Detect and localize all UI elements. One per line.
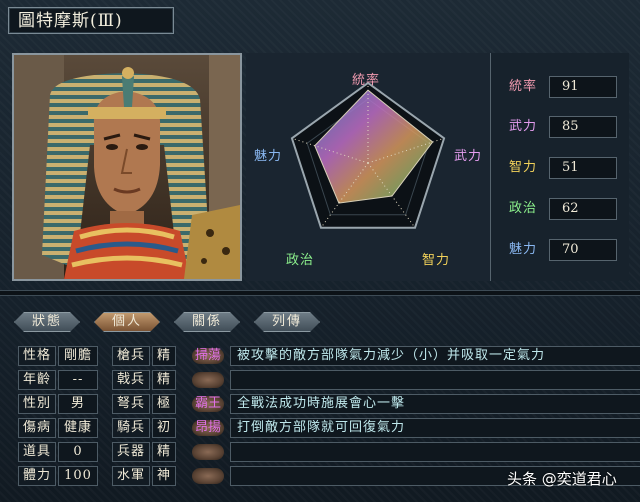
troop-aptitude-value: 精: [152, 346, 176, 366]
personal-attr-value: --: [58, 370, 98, 390]
skill-badge[interactable]: [192, 372, 224, 388]
stat-value: 91: [549, 76, 617, 98]
stat-value: 51: [549, 157, 617, 179]
personal-attr-label: 體力: [18, 466, 56, 486]
section-divider: [0, 290, 640, 296]
troop-aptitude-label: 兵器: [112, 442, 150, 462]
stat-value: 85: [549, 116, 617, 138]
troop-aptitude-value: 神: [152, 466, 176, 486]
portrait-image: [14, 55, 240, 279]
skill-badge[interactable]: [192, 468, 224, 484]
tab-status[interactable]: 狀態: [14, 312, 80, 332]
personal-attr-value: 剛膽: [58, 346, 98, 366]
personal-attr-label: 性別: [18, 394, 56, 414]
troop-aptitude-label: 弩兵: [112, 394, 150, 414]
personal-attr-value: 100: [58, 466, 98, 486]
stat-label: 武力: [509, 119, 538, 134]
radar-label-left: 魅力: [254, 149, 283, 164]
skill-badge[interactable]: [192, 444, 224, 460]
personal-attr-value: 0: [58, 442, 98, 462]
radar-label-top: 統率: [352, 73, 381, 88]
personal-attr-label: 道具: [18, 442, 56, 462]
stat-value: 70: [549, 239, 617, 261]
skill-badge[interactable]: 昂揚: [192, 420, 224, 436]
personal-attr-value: 健康: [58, 418, 98, 438]
personal-attr-label: 年齡: [18, 370, 56, 390]
troop-aptitude-value: 精: [152, 370, 176, 390]
skill-badge[interactable]: 掃蕩: [192, 348, 224, 364]
stat-label: 統率: [509, 79, 538, 94]
skill-description: 全戰法成功時施展會心一擊: [230, 394, 640, 414]
tab-biography[interactable]: 列傳: [254, 312, 320, 332]
stat-label: 魅力: [509, 242, 538, 257]
ability-radar-chart: 統率 武力 智力 政治 魅力: [246, 53, 490, 281]
stat-value: 62: [549, 198, 617, 220]
skill-description: 被攻擊的敵方部隊氣力減少（小）并吸取一定氣力: [230, 346, 640, 366]
radar-label-bottom-left: 政治: [286, 253, 315, 268]
ability-stats-panel: 統率 91 武力 85 智力 51 政治 62 魅力 70: [490, 53, 629, 281]
troop-aptitude-label: 水軍: [112, 466, 150, 486]
troop-aptitude-label: 槍兵: [112, 346, 150, 366]
personal-attr-value: 男: [58, 394, 98, 414]
troop-aptitude-value: 極: [152, 394, 176, 414]
skill-description: [230, 370, 640, 390]
tab-relations[interactable]: 關係: [174, 312, 240, 332]
officer-portrait: [12, 53, 242, 281]
troop-aptitude-value: 精: [152, 442, 176, 462]
stat-label: 政治: [509, 201, 538, 216]
troop-aptitude-value: 初: [152, 418, 176, 438]
personal-attr-label: 性格: [18, 346, 56, 366]
skill-description: [230, 442, 640, 462]
troop-aptitude-label: 戟兵: [112, 370, 150, 390]
officer-name-title: 圖特摩斯(Ⅲ): [8, 7, 174, 34]
troop-aptitude-label: 騎兵: [112, 418, 150, 438]
radar-label-bottom-right: 智力: [422, 253, 451, 268]
tab-personal[interactable]: 個人: [94, 312, 160, 332]
stat-label: 智力: [509, 160, 538, 175]
radar-label-right: 武力: [454, 149, 483, 164]
personal-attr-label: 傷病: [18, 418, 56, 438]
skill-description: 打倒敵方部隊就可回復氣力: [230, 418, 640, 438]
watermark: 头条 @奕道君心: [507, 470, 617, 488]
skill-badge[interactable]: 霸王: [192, 396, 224, 412]
